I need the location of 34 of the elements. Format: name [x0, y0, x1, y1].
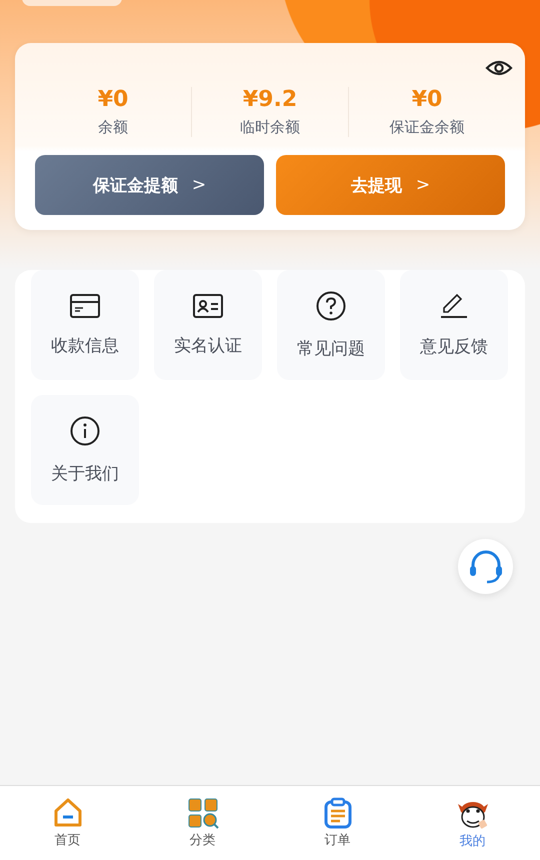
- clipboard-icon: [322, 797, 354, 829]
- tab-label: 首页: [54, 832, 80, 849]
- nav-tab[interactable]: 分类: [135, 786, 270, 860]
- info-icon: [70, 416, 100, 446]
- tab-label: 我的: [460, 833, 486, 850]
- service-tile[interactable]: 意见反馈: [400, 270, 508, 380]
- question-icon: [316, 290, 346, 320]
- service-label: 实名认证: [174, 334, 242, 356]
- service-tile[interactable]: 关于我们: [31, 395, 139, 505]
- service-label: 意见反馈: [420, 336, 488, 358]
- balance-label: 保证金余额: [390, 118, 464, 137]
- grid-icon: [186, 797, 218, 829]
- nav-tab[interactable]: 我的: [405, 786, 540, 860]
- service-tile[interactable]: 常见问题: [277, 270, 385, 380]
- eye-icon[interactable]: [485, 58, 513, 78]
- service-label: 常见问题: [297, 338, 365, 360]
- service-label: 关于我们: [51, 462, 119, 484]
- balance-label: 余额: [98, 118, 128, 137]
- balance-amount: ¥9.2: [242, 87, 298, 112]
- service-tile[interactable]: 收款信息: [31, 270, 139, 380]
- balance-amount: ¥0: [412, 87, 442, 112]
- id-card-icon: [193, 294, 223, 318]
- service-tile[interactable]: 实名认证: [154, 270, 262, 380]
- tab-label: 订单: [324, 832, 350, 849]
- action-button[interactable]: 保证金提额 >: [35, 155, 264, 215]
- card-icon: [70, 294, 100, 318]
- balance-amount: ¥0: [98, 87, 128, 112]
- nav-tab[interactable]: 首页: [0, 786, 135, 860]
- pencil-icon: [440, 292, 468, 318]
- balance-label: 临时余额: [240, 118, 300, 137]
- tab-label: 分类: [190, 832, 216, 849]
- house-icon: [52, 797, 84, 829]
- nav-tab[interactable]: 订单: [270, 786, 405, 860]
- service-label: 收款信息: [51, 334, 119, 356]
